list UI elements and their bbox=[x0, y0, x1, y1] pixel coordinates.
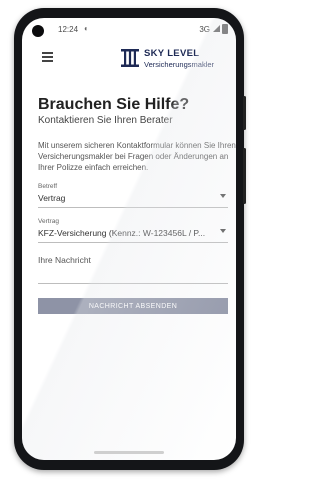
dropdown-arrow-icon[interactable] bbox=[220, 229, 226, 233]
status-time: 12:24 bbox=[58, 25, 79, 34]
subject-label: Betreff bbox=[38, 183, 58, 190]
dropdown-arrow-icon[interactable] bbox=[220, 194, 226, 198]
message-field[interactable] bbox=[38, 255, 228, 284]
app-bar: SKY LEVEL Versicherungsmakler bbox=[22, 40, 236, 76]
send-message-button[interactable]: NACHRICHT ABSENDEN bbox=[38, 298, 228, 314]
intro-text: Mit unserem sicheren Kontaktformular kön… bbox=[38, 141, 236, 172]
status-bar: 12:24 ◐ 3G bbox=[22, 18, 236, 40]
message-input[interactable] bbox=[38, 255, 228, 281]
power-button bbox=[243, 148, 246, 204]
sync-icon: ◐ bbox=[84, 24, 89, 33]
battery-icon bbox=[222, 24, 228, 34]
brand-logo: SKY LEVEL Versicherungsmakler bbox=[120, 46, 230, 72]
logo-mark-icon bbox=[121, 49, 139, 67]
contract-select[interactable]: Vertrag KFZ-Versicherung (Kennz.: W-1234… bbox=[38, 218, 228, 243]
camera-icon bbox=[32, 25, 44, 37]
signal-icon bbox=[213, 25, 220, 32]
contract-label: Vertrag bbox=[38, 218, 59, 225]
hamburger-menu-icon[interactable] bbox=[42, 52, 53, 62]
page-title: Brauchen Sie Hilfe? bbox=[38, 96, 190, 113]
volume-button bbox=[243, 96, 246, 130]
brand-name: SKY LEVEL bbox=[144, 48, 200, 59]
brand-tagline: Versicherungsmakler bbox=[144, 60, 215, 69]
page-subtitle: Kontaktieren Sie Ihren Berater bbox=[38, 115, 173, 126]
contract-value: KFZ-Versicherung (Kennz.: W-123456L / P.… bbox=[38, 228, 206, 238]
subject-select[interactable]: Betreff Vertrag bbox=[38, 183, 228, 208]
home-indicator[interactable] bbox=[94, 451, 164, 454]
phone-screen: 12:24 ◐ 3G SKY LEVEL Versicherungsmakler bbox=[22, 18, 236, 460]
subject-value: Vertrag bbox=[38, 193, 66, 203]
contact-form: Brauchen Sie Hilfe? Kontaktieren Sie Ihr… bbox=[38, 96, 236, 314]
network-type: 3G bbox=[199, 25, 210, 34]
phone-frame: 12:24 ◐ 3G SKY LEVEL Versicherungsmakler bbox=[14, 8, 246, 470]
